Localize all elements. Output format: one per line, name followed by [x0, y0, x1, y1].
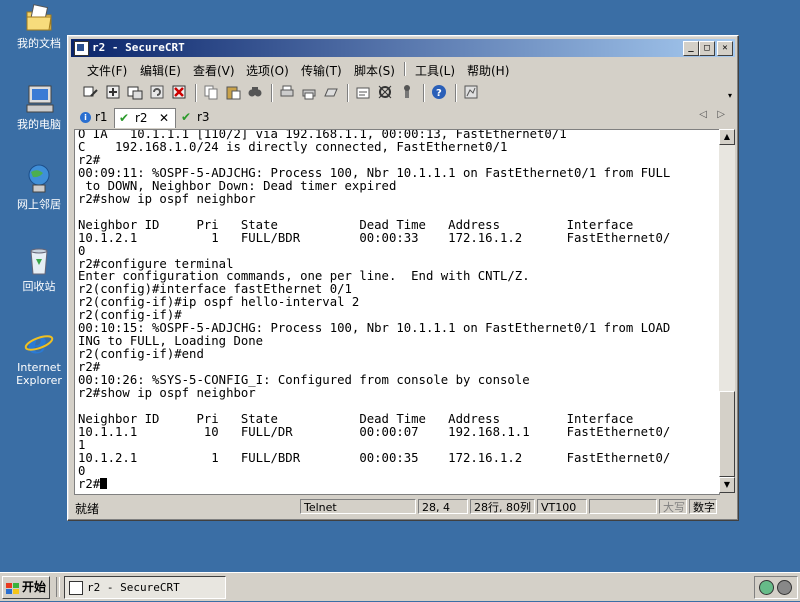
- tab-label: r3: [197, 110, 210, 124]
- menu-options[interactable]: 选项(O): [246, 62, 289, 79]
- global-options-icon[interactable]: [377, 84, 393, 100]
- scroll-thumb[interactable]: [719, 391, 735, 477]
- internet-explorer-icon: e: [23, 326, 55, 361]
- print-icon[interactable]: [279, 84, 295, 100]
- menu-transfer[interactable]: 传输(T): [301, 62, 342, 79]
- securecrt-window: r2 - SecureCRT _ □ ✕ 文件(F) 编辑(E) 查看(V) 选…: [67, 35, 739, 521]
- menu-script[interactable]: 脚本(S): [354, 62, 395, 79]
- status-num-lock: 数字: [689, 499, 717, 514]
- toolbar-separator: [455, 84, 457, 102]
- status-cursor-position: 28, 4: [418, 499, 468, 514]
- system-tray: [754, 576, 798, 599]
- menu-separator: [404, 62, 406, 76]
- copy-icon[interactable]: [203, 84, 219, 100]
- taskbar-button-securecrt[interactable]: r2 - SecureCRT: [64, 576, 226, 599]
- status-caps-lock: 大写: [659, 499, 687, 514]
- recycle-bin-icon: [23, 245, 55, 277]
- desktop-icon-label: 回收站: [22, 280, 56, 293]
- terminal-cursor: [100, 477, 108, 489]
- network-places-icon: [23, 163, 55, 195]
- reconnect-icon[interactable]: [149, 84, 165, 100]
- session-tabs: i r1 ✔ r2 ✕ ✔ r3 ◁ ▷: [71, 108, 735, 128]
- my-documents-icon: [23, 2, 55, 34]
- info-icon: i: [80, 112, 91, 123]
- status-empty: [589, 499, 657, 514]
- check-icon: ✔: [181, 110, 192, 124]
- status-terminal-size: 28行, 80列: [470, 499, 535, 514]
- desktop-icon-label: 我的电脑: [17, 118, 61, 131]
- find-icon[interactable]: [247, 84, 263, 100]
- status-bar: 就绪 Telnet 28, 4 28行, 80列 VT100 大写 数字: [71, 498, 735, 517]
- status-ready: 就绪: [75, 502, 100, 516]
- desktop-icon-recycle-bin[interactable]: 回收站: [8, 245, 70, 293]
- desktop-icon-internet-explorer[interactable]: e Internet Explorer: [8, 326, 70, 387]
- disconnect-icon[interactable]: [171, 84, 187, 100]
- vertical-scrollbar[interactable]: ▲ ▼: [719, 129, 735, 493]
- tab-r2[interactable]: ✔ r2 ✕: [114, 108, 176, 128]
- tab-r1[interactable]: i r1: [79, 109, 113, 126]
- menu-help[interactable]: 帮助(H): [467, 62, 509, 79]
- window-title: r2 - SecureCRT: [92, 41, 185, 54]
- tab-scroll-left-icon[interactable]: ◁: [699, 109, 707, 120]
- connect-tab-icon[interactable]: [127, 84, 143, 100]
- connect-icon[interactable]: [83, 84, 99, 100]
- close-button[interactable]: ✕: [717, 41, 733, 56]
- maximize-button[interactable]: □: [699, 41, 715, 56]
- svg-text:?: ?: [436, 88, 442, 99]
- toolbar-separator: [423, 84, 425, 102]
- securecrt-icon: [69, 581, 83, 595]
- toolbar-separator: [195, 84, 197, 102]
- network-status-icon[interactable]: [759, 580, 774, 595]
- terminal-prompt: r2#: [78, 476, 101, 491]
- desktop-icon-label: 网上邻居: [17, 198, 61, 211]
- menu-view[interactable]: 查看(V): [193, 62, 235, 79]
- terminal-output: O IA 10.1.1.1 [110/2] via 192.168.1.1, 0…: [78, 129, 671, 491]
- print-selection-icon[interactable]: [301, 84, 317, 100]
- start-label: 开始: [22, 580, 47, 594]
- map-icon[interactable]: [463, 84, 479, 100]
- task-label: r2 - SecureCRT: [87, 581, 180, 594]
- minimize-button[interactable]: _: [683, 41, 699, 56]
- my-computer-icon: [23, 83, 55, 115]
- taskbar-separator: [56, 577, 60, 597]
- tab-label: r1: [95, 110, 108, 124]
- volume-icon[interactable]: [777, 580, 792, 595]
- printer-icon[interactable]: [323, 84, 339, 100]
- scroll-up-button[interactable]: ▲: [719, 129, 735, 145]
- desktop-icon-my-documents[interactable]: 我的文档: [8, 2, 70, 50]
- desktop-icon-my-computer[interactable]: 我的电脑: [8, 83, 70, 131]
- tab-scroll-right-icon[interactable]: ▷: [717, 109, 725, 120]
- menu-bar: 文件(F) 编辑(E) 查看(V) 选项(O) 传输(T) 脚本(S) 工具(L…: [71, 59, 735, 79]
- scroll-down-button[interactable]: ▼: [719, 477, 735, 493]
- help-icon[interactable]: ?: [431, 84, 447, 100]
- terminal-area[interactable]: O IA 10.1.1.1 [110/2] via 192.168.1.1, 0…: [74, 129, 720, 495]
- toolbar-separator: [271, 84, 273, 102]
- tab-label: r2: [135, 111, 148, 125]
- title-bar[interactable]: r2 - SecureCRT _ □ ✕: [71, 39, 735, 57]
- tab-close-icon[interactable]: ✕: [159, 111, 169, 125]
- desktop-icon-network-places[interactable]: 网上邻居: [8, 163, 70, 211]
- app-icon: [74, 41, 89, 56]
- keymap-icon[interactable]: [399, 84, 415, 100]
- menu-tools[interactable]: 工具(L): [415, 62, 455, 79]
- desktop-icon-label: 我的文档: [17, 37, 61, 50]
- toolbar-overflow-icon[interactable]: ▾: [728, 91, 732, 100]
- menu-edit[interactable]: 编辑(E): [140, 62, 181, 79]
- status-terminal-type: VT100: [537, 499, 587, 514]
- check-icon: ✔: [119, 111, 130, 125]
- start-button[interactable]: 开始: [2, 576, 50, 599]
- tab-r3[interactable]: ✔ r3: [179, 109, 219, 126]
- status-protocol: Telnet: [300, 499, 416, 514]
- desktop-icon-label: Internet Explorer: [16, 361, 62, 387]
- quick-connect-icon[interactable]: [105, 84, 121, 100]
- windows-logo-icon: [6, 581, 19, 594]
- toolbar: ? ▾: [71, 81, 735, 105]
- paste-icon[interactable]: [225, 84, 241, 100]
- menu-file[interactable]: 文件(F): [87, 62, 127, 79]
- taskbar: 开始 r2 - SecureCRT: [0, 572, 800, 601]
- toolbar-separator: [347, 84, 349, 102]
- session-options-icon[interactable]: [355, 84, 371, 100]
